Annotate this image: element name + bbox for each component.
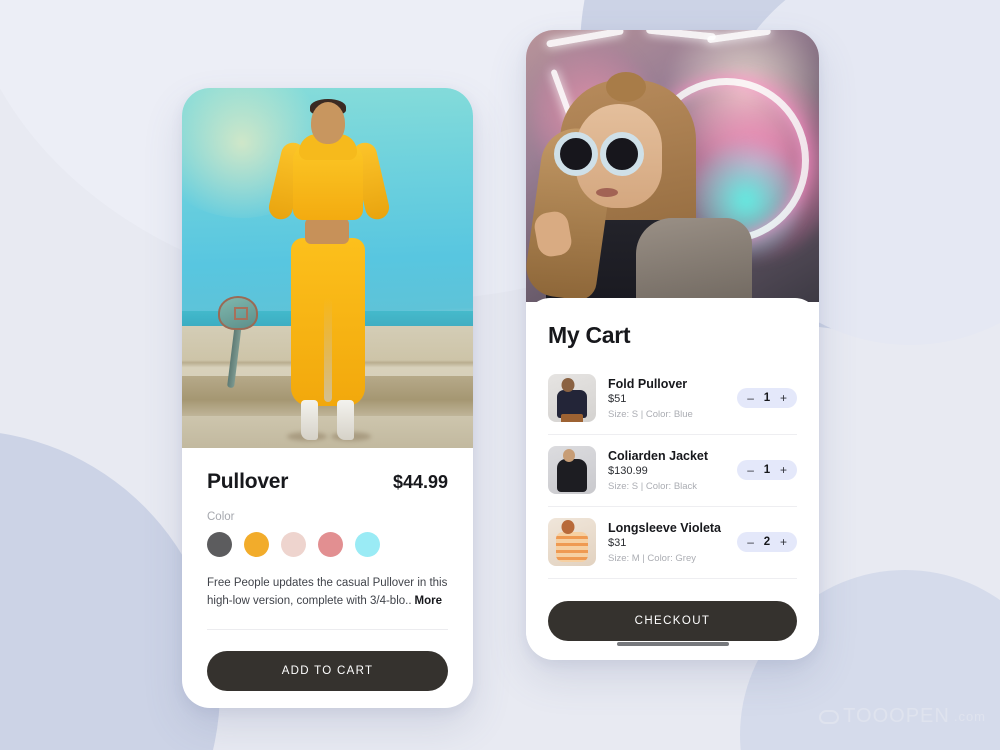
product-info-panel: Pullover $44.99 Color Free People update… [182, 448, 473, 708]
thumb-shape-head [561, 378, 575, 392]
cart-item-row[interactable]: Longsleeve Violeta $31 Size: M | Color: … [548, 507, 797, 579]
model-leg-gap [323, 298, 332, 402]
item-text-block: Coliarden Jacket $130.99 Size: S | Color… [608, 449, 737, 492]
decrease-quantity-button[interactable]: – [747, 392, 754, 404]
model-boot-left [300, 400, 318, 440]
decrease-quantity-button[interactable]: – [747, 464, 754, 476]
watermark-text: TOOOPEN [843, 705, 950, 727]
sunglasses-lens-right [600, 132, 644, 176]
cart-item-row[interactable]: Fold Pullover $51 Size: S | Color: Blue … [548, 363, 797, 435]
divider [207, 628, 448, 630]
thumb-shape-skirt [561, 414, 583, 422]
watermark: TOOOPEN .com [819, 705, 986, 728]
product-hero-image [182, 88, 473, 448]
item-meta: Size: S | Color: Blue [608, 408, 693, 420]
item-text-block: Fold Pullover $51 Size: S | Color: Blue [608, 377, 737, 420]
quantity-stepper[interactable]: – 1 + [737, 388, 797, 408]
item-thumbnail[interactable] [548, 446, 596, 494]
cart-model-coat [636, 218, 752, 302]
product-detail-phone: Pullover $44.99 Color Free People update… [182, 88, 473, 708]
page-title: Pullover [207, 470, 289, 493]
background-decoration [0, 0, 1000, 750]
item-name: Coliarden Jacket [608, 448, 709, 463]
cart-hero-image [526, 30, 819, 302]
quantity-stepper[interactable]: – 1 + [737, 460, 797, 480]
cart-sheet: My Cart Fold Pullover $51 Size: S | Colo… [526, 298, 819, 660]
item-text-block: Longsleeve Violeta $31 Size: M | Color: … [608, 521, 737, 564]
cart-title: My Cart [548, 322, 631, 348]
color-swatch-cyan[interactable] [355, 532, 380, 557]
color-swatch-dark-grey[interactable] [207, 532, 232, 557]
quantity-value: 1 [763, 392, 771, 404]
color-swatch-amber[interactable] [244, 532, 269, 557]
cloud-icon [819, 709, 840, 724]
cart-phone: My Cart Fold Pullover $51 Size: S | Colo… [526, 30, 819, 660]
color-swatch-group[interactable] [207, 532, 448, 557]
sunglasses-lens-left [554, 132, 598, 176]
cart-model-figure [526, 70, 752, 302]
color-swatch-salmon[interactable] [318, 532, 343, 557]
item-price: $31 [608, 536, 627, 549]
item-price: $130.99 [608, 464, 648, 477]
thumb-shape-body [557, 459, 587, 492]
thumb-shape-head [563, 449, 576, 462]
add-to-cart-button[interactable]: ADD TO CART [207, 650, 448, 691]
decrease-quantity-button[interactable]: – [747, 536, 754, 548]
cart-model-bun [606, 72, 646, 102]
thumb-shape-head [561, 520, 575, 534]
watermark-suffix: .com [953, 709, 986, 724]
checkout-button[interactable]: CHECKOUT [548, 601, 797, 641]
model-boot-right [336, 400, 354, 440]
product-title-row: Pullover $44.99 [207, 470, 448, 494]
product-description-text: Free People updates the casual Pullover … [207, 577, 448, 607]
item-meta: Size: M | Color: Grey [608, 552, 696, 564]
cart-item-row[interactable]: Coliarden Jacket $130.99 Size: S | Color… [548, 435, 797, 507]
color-swatch-light-pink[interactable] [281, 532, 306, 557]
quantity-value: 1 [763, 464, 771, 476]
increase-quantity-button[interactable]: + [780, 536, 787, 548]
more-link[interactable]: More [415, 595, 442, 607]
increase-quantity-button[interactable]: + [780, 464, 787, 476]
color-label: Color [207, 511, 235, 523]
item-thumbnail[interactable] [548, 374, 596, 422]
cart-model-lips [596, 188, 618, 197]
item-meta: Size: S | Color: Black [608, 480, 698, 492]
quantity-stepper[interactable]: – 2 + [737, 532, 797, 552]
home-indicator[interactable] [616, 642, 729, 646]
product-description: Free People updates the casual Pullover … [207, 575, 448, 611]
basketball-hoop-square [234, 307, 248, 320]
cart-item-list: Fold Pullover $51 Size: S | Color: Blue … [548, 363, 797, 579]
item-thumbnail[interactable] [548, 518, 596, 566]
quantity-value: 2 [763, 536, 771, 548]
thumb-shape-body [556, 532, 588, 562]
model-head [310, 102, 345, 144]
increase-quantity-button[interactable]: + [780, 392, 787, 404]
item-price: $51 [608, 392, 627, 405]
item-name: Fold Pullover [608, 376, 688, 391]
product-price: $44.99 [392, 472, 448, 492]
model-midriff [304, 218, 349, 244]
item-name: Longsleeve Violeta [608, 520, 722, 535]
model-figure [253, 99, 403, 448]
